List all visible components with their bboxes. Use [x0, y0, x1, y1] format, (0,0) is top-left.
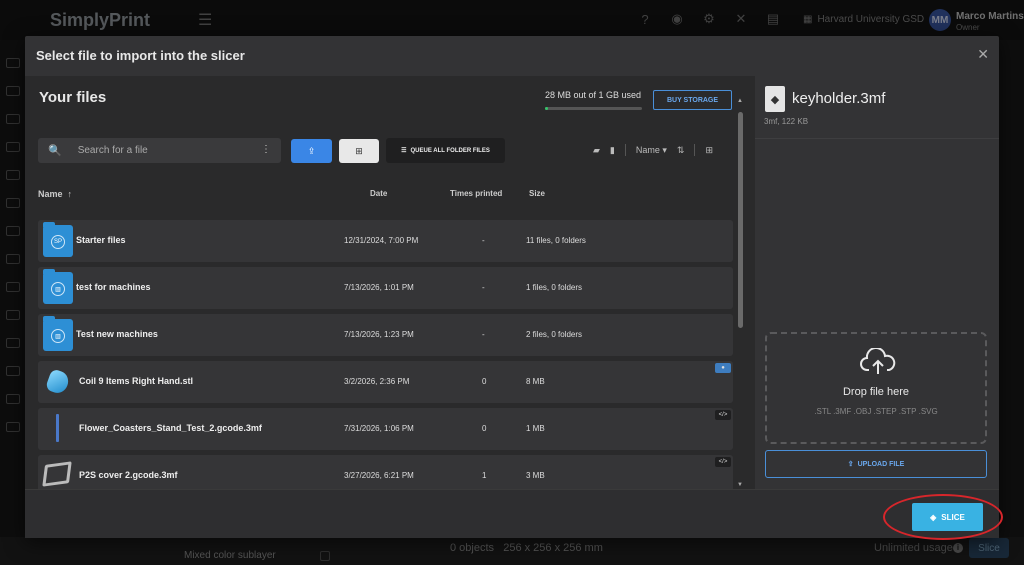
file-filter-icon[interactable]: ▮ [610, 145, 615, 156]
storage-usage-fill [545, 107, 548, 110]
storage-usage-text: 28 MB out of 1 GB used [545, 90, 642, 100]
column-header-size[interactable]: Size [529, 189, 545, 198]
file-dropzone[interactable]: Drop file here .STL .3MF .OBJ .STEP .STP… [765, 332, 987, 444]
row-times-printed: 0 [482, 377, 487, 386]
upload-button[interactable]: ⇪ [291, 139, 332, 163]
row-name: P2S cover 2.gcode.3mf [79, 470, 178, 480]
buy-storage-button[interactable]: BUY STORAGE [653, 90, 732, 110]
column-header-times-printed[interactable]: Times printed [450, 189, 502, 198]
row-name: Starter files [76, 235, 126, 245]
model-type-icon: ● [715, 363, 731, 373]
search-icon: 🔍 [48, 145, 62, 157]
storage-usage-bar [545, 107, 642, 110]
row-name: Test new machines [76, 329, 158, 339]
row-size: 2 files, 0 folders [526, 330, 583, 339]
code-icon: </> [715, 457, 731, 467]
row-date: 3/27/2026, 6:21 PM [344, 471, 414, 480]
close-icon[interactable]: ✕ [977, 46, 989, 63]
drop-file-text: Drop file here [842, 386, 910, 398]
modal-footer: ◈ SLICE [25, 489, 1003, 540]
search-field: 🔍 ⋮ [38, 138, 281, 163]
import-file-modal: Select file to import into the slicer ✕ … [25, 36, 1003, 540]
your-files-title: Your files [39, 89, 107, 106]
sort-dropdown[interactable]: Name ▾ [636, 145, 667, 156]
row-name: Flower_Coasters_Stand_Test_2.gcode.3mf [79, 423, 262, 433]
divider [755, 138, 999, 139]
selected-file-meta: 3mf, 122 KB [764, 117, 809, 126]
cloud-upload-icon [860, 348, 896, 374]
new-folder-button[interactable]: ⊞ [339, 139, 379, 163]
gcode-thumbnail [56, 414, 59, 442]
folder-filter-icon[interactable]: ▰ [593, 145, 600, 156]
code-icon: </> [715, 410, 731, 420]
folder-icon: ▥ [43, 316, 73, 351]
file-detail-pane: ◆ keyholder.3mf 3mf, 122 KB Drop file he… [755, 76, 999, 489]
row-times-printed: - [482, 283, 485, 292]
file-row[interactable]: P2S cover 2.gcode.3mf 3/27/2026, 6:21 PM… [38, 455, 733, 489]
column-name-label: Name [38, 189, 63, 199]
sort-direction-icon[interactable]: ⇅ [677, 145, 685, 156]
upload-icon: ⇪ [847, 461, 854, 468]
queue-all-label: QUEUE ALL FOLDER FILES [410, 147, 490, 154]
row-date: 7/13/2026, 1:23 PM [344, 330, 414, 339]
file-row[interactable]: ▥ test for machines 7/13/2026, 1:01 PM -… [38, 267, 733, 309]
modal-body: Your files 28 MB out of 1 GB used BUY ST… [25, 76, 999, 489]
file-row[interactable]: Flower_Coasters_Stand_Test_2.gcode.3mf 7… [38, 408, 733, 450]
stl-model-thumbnail [44, 368, 72, 396]
row-date: 3/2/2026, 2:36 PM [344, 377, 410, 386]
row-date: 7/13/2026, 1:01 PM [344, 283, 414, 292]
scroll-up-icon[interactable]: ▲ [737, 98, 743, 104]
row-name: Coil 9 Items Right Hand.stl [79, 376, 194, 386]
row-size: 11 files, 0 folders [526, 236, 586, 245]
scrollbar-thumb[interactable] [738, 112, 743, 328]
upload-file-label: UPLOAD FILE [857, 460, 905, 468]
column-header-name[interactable]: Name ↑ [38, 189, 72, 199]
machine-icon: ▥ [51, 282, 65, 296]
sort-arrow-up-icon: ↑ [67, 189, 73, 199]
modal-title: Select file to import into the slicer [36, 48, 245, 63]
row-size: 3 MB [526, 471, 545, 480]
folder-plus-icon: ⊞ [355, 145, 363, 156]
file-list-scrollbar[interactable]: ▲ ▼ [737, 98, 744, 488]
column-header-date[interactable]: Date [370, 189, 387, 198]
row-times-printed: - [482, 330, 485, 339]
row-times-printed: 0 [482, 424, 487, 433]
search-input[interactable] [77, 145, 258, 156]
row-size: 1 MB [526, 424, 545, 433]
folder-icon: ▥ [43, 269, 73, 304]
file-row[interactable]: ▥ Test new machines 7/13/2026, 1:23 PM -… [38, 314, 733, 356]
scroll-down-icon[interactable]: ▼ [737, 482, 743, 488]
file-row[interactable]: Coil 9 Items Right Hand.stl 3/2/2026, 2:… [38, 361, 733, 403]
upload-file-button[interactable]: ⇪ UPLOAD FILE [765, 450, 987, 478]
row-size: 1 files, 0 folders [526, 283, 583, 292]
toolbar-divider [624, 144, 626, 156]
list-icon: ☰ [401, 148, 407, 154]
upload-icon: ⇪ [307, 145, 316, 156]
3d-file-icon: ◆ [765, 86, 785, 112]
view-toolbar: ▰ ▮ Name ▾ ⇅ ⊞ [593, 144, 713, 156]
highlight-annotation [883, 494, 1003, 540]
machine-icon: ▥ [51, 329, 65, 343]
row-times-printed: 1 [482, 471, 487, 480]
grid-view-icon[interactable]: ⊞ [705, 145, 713, 156]
gcode-thumbnail [42, 461, 72, 487]
sort-dropdown-label: Name [635, 144, 660, 155]
supported-file-types: .STL .3MF .OBJ .STEP .STP .SVG [814, 407, 938, 416]
row-name: test for machines [76, 282, 151, 292]
simplyprint-badge-icon: SP [51, 235, 65, 249]
row-date: 12/31/2024, 7:00 PM [344, 236, 419, 245]
files-pane: Your files 28 MB out of 1 GB used BUY ST… [25, 76, 735, 489]
toolbar-divider [694, 144, 696, 156]
selected-file-name: keyholder.3mf [792, 90, 886, 107]
folder-icon: SP [43, 222, 73, 257]
row-date: 7/31/2026, 1:06 PM [344, 424, 414, 433]
queue-all-folder-files-button[interactable]: ☰ QUEUE ALL FOLDER FILES [386, 138, 505, 163]
row-size: 8 MB [526, 377, 545, 386]
file-row[interactable]: SP Starter files 12/31/2024, 7:00 PM - 1… [38, 220, 733, 262]
more-options-icon[interactable]: ⋮ [261, 144, 271, 155]
row-times-printed: - [482, 236, 485, 245]
